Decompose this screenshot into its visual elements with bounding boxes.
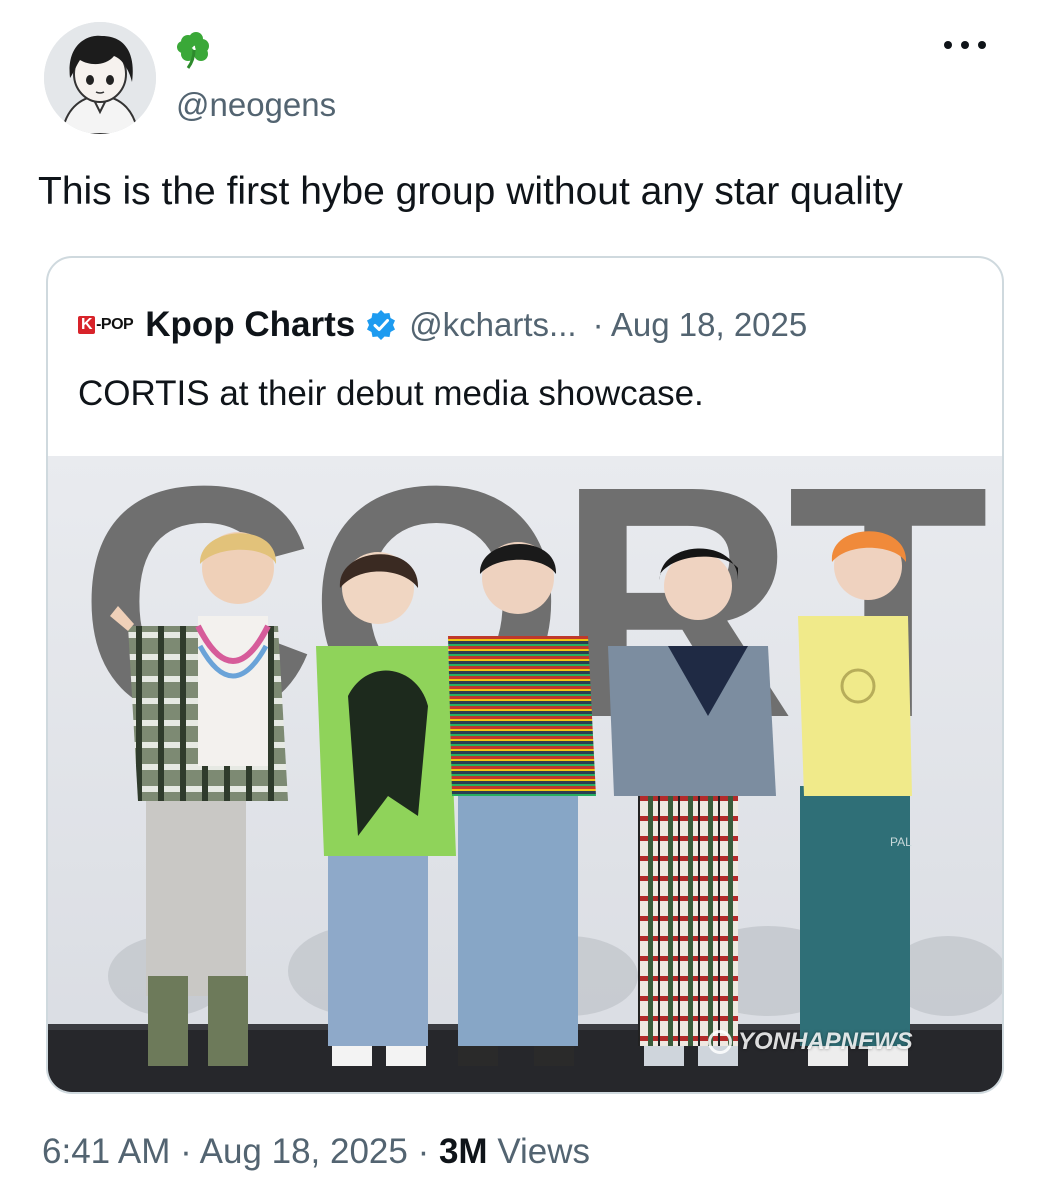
meta-separator: · [407, 1132, 439, 1171]
four-leaf-clover-icon [177, 32, 209, 69]
author-handle[interactable]: @neogens [176, 86, 336, 124]
kpop-logo-icon: K -POP [78, 315, 134, 335]
quoted-tweet-header: K -POP Kpop Charts @kcharts... · Aug 18, … [78, 300, 807, 350]
group-photo-illustration: CORTI PAL [48, 456, 1002, 1092]
yonhap-watermark: YONHAPNEWS [708, 1028, 913, 1056]
tweet-time[interactable]: 6:41 AM [42, 1132, 170, 1171]
tweet-text: This is the first hybe group without any… [38, 170, 903, 213]
watermark-text: YONHAPNEWS [738, 1028, 913, 1055]
quoted-author-name[interactable]: Kpop Charts [145, 305, 355, 345]
meta-separator: · [170, 1132, 200, 1171]
more-options-icon[interactable] [942, 32, 988, 56]
display-name[interactable]: 🍀 [174, 30, 216, 77]
kpop-logo-rest: -POP [96, 316, 134, 333]
views-count: 3M [438, 1132, 488, 1171]
tweet-meta: 6:41 AM · Aug 18, 2025 · 3M Views [42, 1132, 590, 1172]
quoted-author-handle[interactable]: @kcharts... [409, 306, 576, 344]
quoted-tweet-photo[interactable]: CORTI PAL YONHAPNEWS [48, 456, 1002, 1092]
quoted-tweet-date[interactable]: · Aug 18, 2025 [593, 306, 808, 344]
views-label: Views [487, 1132, 591, 1171]
watermark-logo-icon [708, 1030, 732, 1054]
avatar-illustration [44, 22, 156, 134]
shirt-print-text: PAL [890, 835, 912, 849]
avatar[interactable] [44, 22, 156, 134]
tweet-date[interactable]: Aug 18, 2025 [200, 1132, 408, 1171]
quoted-tweet-card[interactable]: K -POP Kpop Charts @kcharts... · Aug 18, … [46, 256, 1004, 1094]
kpop-logo-k: K [78, 316, 96, 334]
quoted-tweet-text: CORTIS at their debut media showcase. [78, 374, 704, 413]
verified-badge-icon [367, 310, 396, 340]
